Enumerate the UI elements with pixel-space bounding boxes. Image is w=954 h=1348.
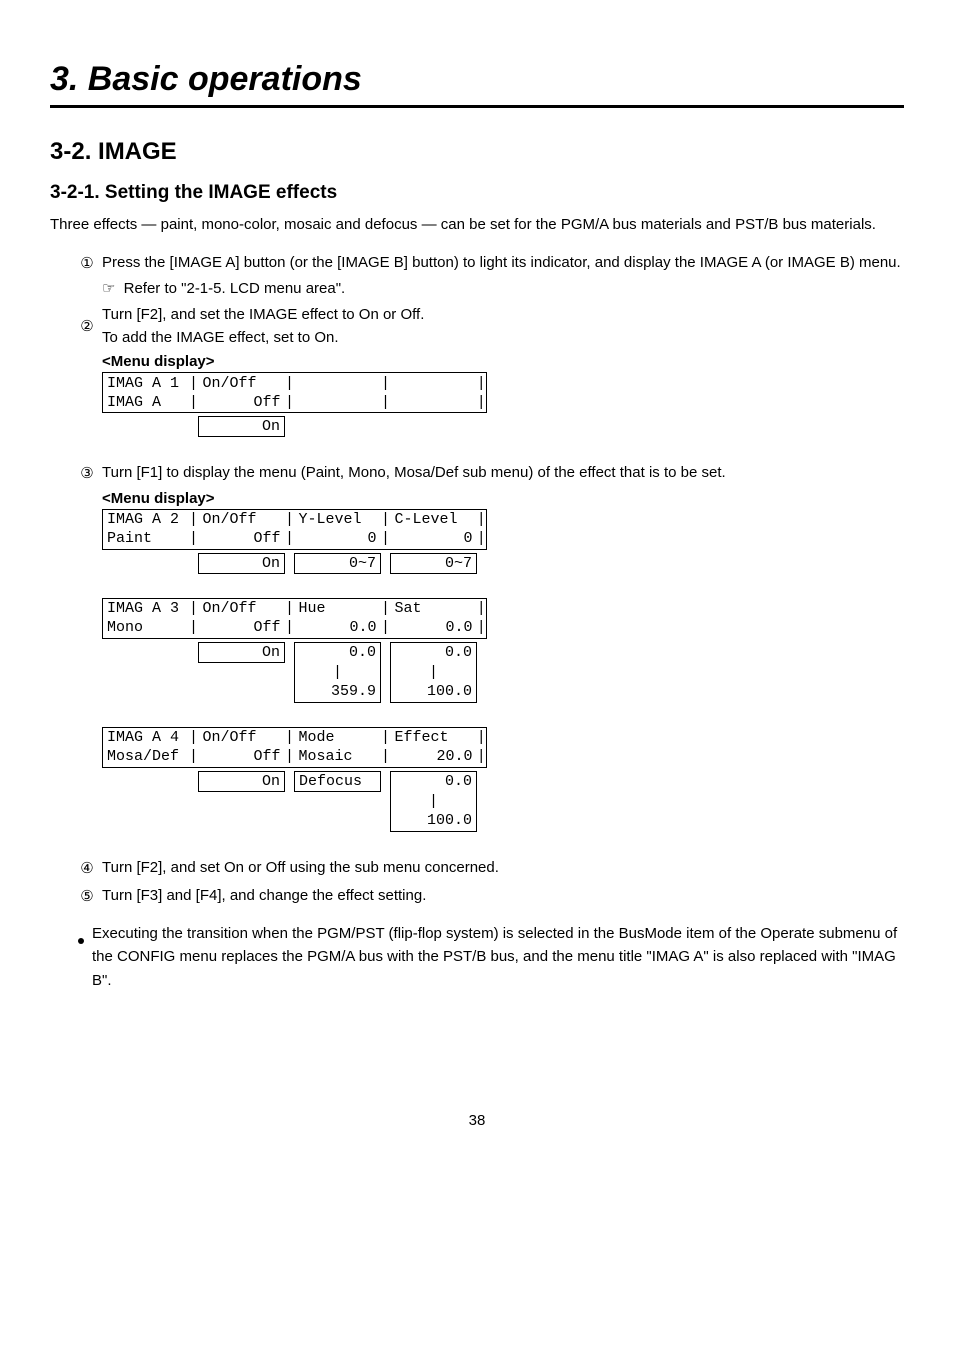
lcd-menu-table-2: IMAG A 2 | On/Off | Y-Level | C-Level | … [102,509,487,574]
lcd-cell: 0~7 [391,553,477,573]
section-title: 3-2. IMAGE [50,138,904,166]
circled-number-icon: ④ [78,857,96,880]
lcd-cell: Mosaic [295,747,381,767]
step-text: To add the IMAGE effect, set to On. [102,329,339,346]
menu-display-label: <Menu display> [102,490,904,507]
lcd-cell: 20.0 [391,747,477,767]
lcd-menu-table-3: IMAG A 3 | On/Off | Hue | Sat | Mono | O… [102,598,487,703]
step-4: ④ Turn [F2], and set On or Off using the… [78,856,904,880]
step-text: Press the [IMAGE A] button (or the [IMAG… [102,251,904,275]
circled-number-icon: ② [78,304,96,350]
lcd-cell: Off [199,529,285,549]
circled-number-icon: ③ [78,462,96,485]
step-text: Turn [F3] and [F4], and change the effec… [102,884,904,908]
menu-display-label: <Menu display> [102,353,904,370]
lcd-cell: Off [199,618,285,638]
lcd-cell: Paint [103,529,189,549]
refer-line: ☞ Refer to "2-1-5. LCD menu area". [102,279,904,297]
page-number: 38 [50,1112,904,1129]
lcd-cell: Off [199,393,285,413]
lcd-cell: 0 [391,529,477,549]
bullet-icon [78,928,92,992]
lcd-cell: IMAG A 4 [103,727,189,747]
lcd-cell: 0.0 [295,618,381,638]
step-text: Turn [F2], and set On or Off using the s… [102,856,904,880]
note-bullet: Executing the transition when the PGM/PS… [78,922,904,992]
lcd-cell: Mode [295,727,381,747]
lcd-cell: Sat [391,598,477,618]
lcd-cell: 0.0 [295,642,381,662]
lcd-cell: 100.0 [391,811,477,831]
lcd-cell: Y-Level [295,509,381,529]
lcd-cell: 0 [295,529,381,549]
intro-text: Three effects — paint, mono-color, mosai… [50,214,904,237]
circled-number-icon: ① [78,252,96,275]
lcd-menu-table-4: IMAG A 4 | On/Off | Mode | Effect | Mosa… [102,727,487,832]
lcd-cell: 0.0 [391,618,477,638]
lcd-cell: IMAG A [103,393,189,413]
refer-text: Refer to "2-1-5. LCD menu area". [124,280,346,297]
step-text: Turn [F1] to display the menu (Paint, Mo… [102,461,904,485]
lcd-cell: Hue [295,598,381,618]
pointer-icon: ☞ [102,280,115,297]
subsection-title: 3-2-1. Setting the IMAGE effects [50,182,904,204]
lcd-cell: | [391,791,477,811]
lcd-cell: Effect [391,727,477,747]
lcd-cell: 0.0 [391,642,477,662]
lcd-cell: On/Off [199,509,285,529]
lcd-cell: 100.0 [391,682,477,702]
lcd-cell: Defocus [295,771,381,791]
lcd-cell: IMAG A 2 [103,509,189,529]
step-text: Turn [F2], and set the IMAGE effect to O… [102,306,424,323]
lcd-menu-table-1: IMAG A 1 | On/Off | | | IMAG A | Off | |… [102,372,487,437]
lcd-cell: On [199,417,285,437]
lcd-cell: On [199,771,285,791]
lcd-cell: IMAG A 1 [103,373,189,393]
lcd-cell: IMAG A 3 [103,598,189,618]
lcd-cell: On/Off [199,727,285,747]
note-text: Executing the transition when the PGM/PS… [92,922,904,992]
lcd-cell: On [199,642,285,662]
lcd-cell: Off [199,747,285,767]
lcd-cell: 0.0 [391,771,477,791]
lcd-cell: Mono [103,618,189,638]
lcd-cell: On/Off [199,598,285,618]
step-1: ① Press the [IMAGE A] button (or the [IM… [78,251,904,275]
chapter-title: 3. Basic operations [50,60,904,108]
lcd-cell: 0~7 [295,553,381,573]
lcd-cell: On [199,553,285,573]
lcd-cell: On/Off [199,373,285,393]
step-3: ③ Turn [F1] to display the menu (Paint, … [78,461,904,485]
circled-number-icon: ⑤ [78,885,96,908]
lcd-cell: | [295,662,381,682]
step-5: ⑤ Turn [F3] and [F4], and change the eff… [78,884,904,908]
lcd-cell: | [391,662,477,682]
lcd-cell: C-Level [391,509,477,529]
lcd-cell: 359.9 [295,682,381,702]
lcd-cell: Mosa/Def [103,747,189,767]
step-2: ② Turn [F2], and set the IMAGE effect to… [78,303,904,350]
